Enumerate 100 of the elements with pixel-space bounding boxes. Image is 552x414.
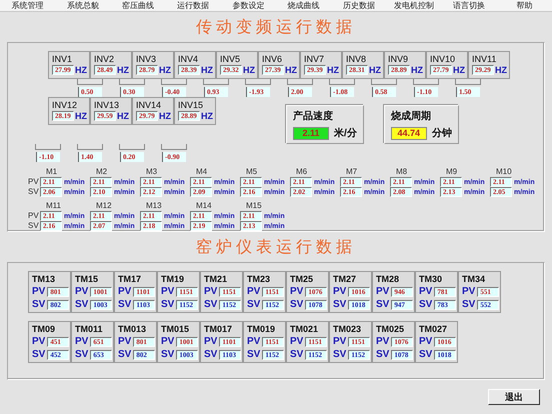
motor-name: M2 bbox=[95, 167, 108, 177]
bracket-line bbox=[371, 78, 397, 84]
pv-label: PV bbox=[419, 336, 432, 347]
inverter-name: INV9 bbox=[388, 54, 410, 64]
inverter-name: INV3 bbox=[136, 54, 158, 64]
unit-label: HZ bbox=[411, 64, 423, 74]
unit-label: HZ bbox=[117, 64, 129, 74]
inverter-name: INV5 bbox=[220, 54, 242, 64]
unit-label: HZ bbox=[159, 64, 171, 74]
section-title: 传动变频运行数据 bbox=[196, 16, 356, 38]
menu-item[interactable]: 发电机控制 bbox=[386, 0, 442, 11]
inverter-name: INV15 bbox=[178, 100, 204, 112]
motor-name: M8 bbox=[395, 167, 408, 177]
sv-label: SV bbox=[462, 299, 476, 310]
pv-label: PV bbox=[161, 336, 174, 347]
motor-name: M7 bbox=[345, 167, 358, 177]
menu-item[interactable]: 系统管理 bbox=[0, 0, 56, 11]
menu-item[interactable]: 历史数据 bbox=[331, 0, 386, 11]
motor-name: M13 bbox=[145, 201, 163, 211]
inverter-name: INV10 bbox=[430, 54, 456, 64]
sv-label: SV bbox=[28, 221, 40, 231]
gauge-label: 产品速度 bbox=[293, 109, 334, 124]
pv-label: PV bbox=[247, 286, 260, 297]
pv-label: PV bbox=[161, 286, 174, 297]
bracket-line bbox=[119, 144, 145, 150]
sv-label: SV bbox=[118, 349, 132, 360]
section-title: 窑炉仪表运行数据 bbox=[196, 236, 356, 258]
pv-label: PV bbox=[376, 286, 390, 297]
meter-name: TM25 bbox=[290, 274, 314, 284]
motor-name: M14 bbox=[195, 201, 213, 211]
bracket-line bbox=[161, 78, 187, 84]
sv-label: SV bbox=[161, 299, 174, 310]
motor-name: M5 bbox=[245, 167, 258, 177]
sv-label: SV bbox=[75, 299, 88, 310]
sv-label: SV bbox=[290, 349, 304, 360]
unit-label: HZ bbox=[285, 64, 297, 74]
bracket-line bbox=[77, 144, 103, 150]
bracket-line bbox=[35, 144, 61, 150]
bracket-line bbox=[77, 78, 103, 84]
gauge-value: 44.74 bbox=[390, 126, 427, 140]
sv-label: SV bbox=[333, 299, 346, 310]
inverter-name: INV11 bbox=[472, 54, 498, 64]
sv-label: SV bbox=[32, 299, 46, 310]
bracket-line bbox=[413, 78, 439, 84]
pv-label: PV bbox=[75, 286, 88, 297]
meter-name: TM021 bbox=[290, 324, 320, 334]
menu-item[interactable]: 窑压曲线 bbox=[110, 0, 166, 11]
sv-label: SV bbox=[204, 299, 218, 310]
unit-label: HZ bbox=[243, 64, 255, 74]
sv-label: SV bbox=[204, 349, 218, 360]
meter-name: TM17 bbox=[118, 274, 142, 284]
menu-item[interactable]: 语言切换 bbox=[442, 0, 497, 11]
menu-item[interactable]: 系统总貌 bbox=[55, 0, 110, 11]
pv-label: PV bbox=[290, 286, 304, 297]
meter-name: TM017 bbox=[204, 324, 234, 334]
pv-label: PV bbox=[28, 211, 40, 221]
sv-label: SV bbox=[247, 349, 260, 360]
meter-name: TM09 bbox=[32, 324, 56, 334]
meter-name: TM21 bbox=[204, 274, 228, 284]
meter-name: TM19 bbox=[161, 274, 186, 284]
meter-name: TM28 bbox=[376, 274, 400, 284]
pv-label: PV bbox=[32, 336, 46, 347]
inverter-name: INV4 bbox=[178, 54, 200, 64]
meter-name: TM34 bbox=[462, 274, 486, 284]
menu-item[interactable]: 参数设定 bbox=[220, 0, 276, 11]
sv-label: SV bbox=[75, 349, 88, 360]
unit-label: 米/分 bbox=[334, 126, 357, 140]
pv-label: PV bbox=[376, 336, 390, 347]
sv-label: SV bbox=[28, 187, 40, 197]
bracket-line bbox=[329, 78, 355, 84]
meter-name: TM23 bbox=[247, 274, 272, 284]
sv-label: SV bbox=[333, 349, 346, 360]
pv-label: PV bbox=[204, 286, 218, 297]
inverter-name: INV7 bbox=[304, 54, 326, 64]
inverter-name: INV14 bbox=[136, 100, 162, 112]
menu-item[interactable]: 运行数据 bbox=[166, 0, 221, 11]
meter-name: TM023 bbox=[333, 324, 362, 334]
bracket-line bbox=[287, 78, 313, 84]
motor-name: M10 bbox=[495, 167, 513, 177]
meter-name: TM011 bbox=[75, 324, 104, 334]
meter-name: TM019 bbox=[247, 324, 276, 334]
inverter-name: INV8 bbox=[346, 54, 368, 64]
meter-name: TM025 bbox=[376, 324, 406, 334]
gauge-label: 烧成周期 bbox=[390, 110, 432, 124]
bracket-line bbox=[245, 78, 271, 84]
meter-name: TM13 bbox=[32, 274, 56, 284]
menu-item[interactable]: 帮助 bbox=[496, 0, 552, 11]
unit-label: HZ bbox=[75, 111, 87, 122]
menu-item[interactable]: 烧成曲线 bbox=[276, 0, 332, 11]
motor-name: M3 bbox=[145, 167, 158, 177]
sv-label: SV bbox=[419, 349, 432, 360]
unit-label: HZ bbox=[117, 111, 129, 122]
meter-name: TM013 bbox=[118, 324, 148, 334]
meter-name: TM27 bbox=[333, 274, 358, 284]
sv-label: SV bbox=[376, 299, 390, 310]
inverter-name: INV12 bbox=[52, 100, 78, 112]
bracket-line bbox=[161, 144, 187, 150]
exit-button[interactable]: 退出 bbox=[488, 389, 540, 405]
unit-label: HZ bbox=[201, 64, 213, 74]
pv-label: PV bbox=[462, 286, 476, 297]
